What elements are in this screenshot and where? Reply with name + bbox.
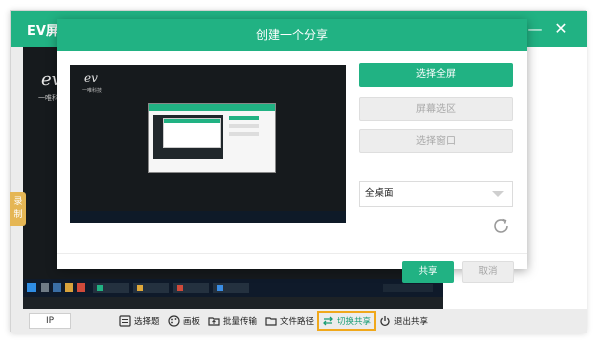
switch-share-button[interactable]: 切换共享 <box>317 311 377 331</box>
cancel-button[interactable]: 取消 <box>462 261 514 283</box>
preview-logo-subtitle: 一唯科技 <box>82 88 103 94</box>
shared-screen-taskbar <box>23 279 443 297</box>
screen-bottom-strip <box>23 297 443 309</box>
preview-inner-dialog <box>163 118 221 148</box>
select-full-screen-button[interactable]: 选择全屏 <box>359 63 513 87</box>
taskbar-icons <box>27 283 433 293</box>
select-window-button[interactable]: 选择窗口 <box>359 129 513 153</box>
screen-preview: ev 一唯科技 <box>70 65 346 223</box>
dialog-title: 创建一个分享 <box>57 19 527 51</box>
record-side-tab[interactable]: 录制 <box>10 192 26 226</box>
quiz-label: 选择题 <box>134 317 160 327</box>
batch-transfer-label: 批量传输 <box>223 317 258 327</box>
quiz-button[interactable]: 选择题 <box>119 313 160 329</box>
whiteboard-button[interactable]: 画板 <box>168 313 200 329</box>
dialog-body: ev 一唯科技 选择全屏 屏幕选区 选择窗口 全桌面 共享 取消 <box>57 51 527 283</box>
close-icon[interactable]: ✕ <box>551 19 571 39</box>
power-icon <box>380 316 390 327</box>
preview-inner-dialog-header <box>164 119 220 123</box>
whiteboard-label: 画板 <box>183 317 201 327</box>
preview-button-tertiary <box>229 132 259 136</box>
share-button[interactable]: 共享 <box>402 261 454 283</box>
exit-share-label: 退出共享 <box>394 317 429 327</box>
preview-button-primary <box>229 116 259 120</box>
refresh-icon[interactable] <box>492 217 510 235</box>
exit-share-button[interactable]: 退出共享 <box>379 313 428 329</box>
preview-button-secondary <box>229 124 259 128</box>
swap-icon <box>323 316 333 326</box>
switch-share-label: 切换共享 <box>337 317 372 327</box>
preview-app-window <box>148 103 276 173</box>
chevron-down-icon <box>492 191 504 197</box>
minimize-icon[interactable]: — <box>525 19 545 39</box>
folder-icon <box>265 317 277 326</box>
stage: EV屏幕共享 — ✕ ev 一唯科技 <box>0 0 600 343</box>
share-dialog: 创建一个分享 ev 一唯科技 选择全屏 屏幕选区 选择窗口 全桌面 共享 取消 <box>57 19 527 283</box>
select-screen-area-button[interactable]: 屏幕选区 <box>359 97 513 121</box>
batch-transfer-button[interactable]: 批量传输 <box>208 313 257 329</box>
display-select-value: 全桌面 <box>365 188 394 199</box>
bottom-toolbar: IP 选择题 画板 批量传输 文件路径 切换共享 退出共享 <box>11 309 587 333</box>
palette-icon <box>168 315 180 327</box>
preview-app-header <box>149 104 275 111</box>
file-path-button[interactable]: 文件路径 <box>265 313 314 329</box>
folder-upload-icon <box>208 317 220 326</box>
preview-taskbar <box>70 211 346 223</box>
preview-logo: ev <box>84 71 98 85</box>
list-icon <box>119 315 131 327</box>
dialog-footer-divider <box>57 253 527 254</box>
ip-button[interactable]: IP <box>29 313 71 329</box>
file-path-label: 文件路径 <box>280 317 315 327</box>
display-select[interactable]: 全桌面 <box>359 181 513 207</box>
